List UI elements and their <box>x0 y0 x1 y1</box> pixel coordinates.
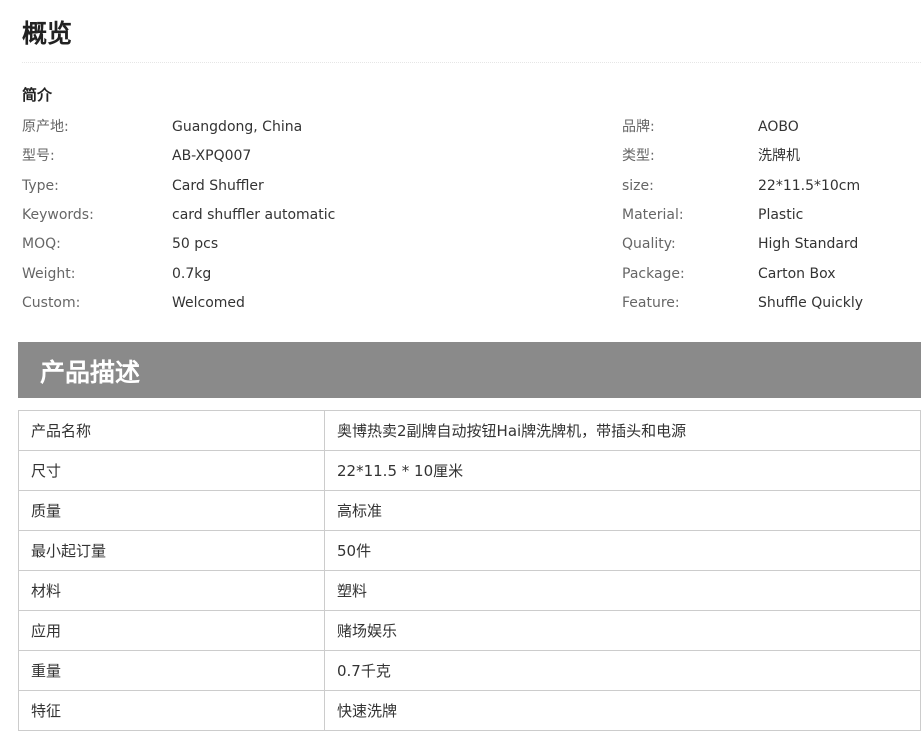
table-row: 尺寸 22*11.5 * 10厘米 <box>18 450 921 491</box>
spec-value: 50 pcs <box>172 236 219 252</box>
spec-label: 原产地: <box>22 119 69 135</box>
description-title: 产品描述 <box>40 358 141 387</box>
row-label: 重量 <box>18 650 325 691</box>
spec-value: Carton Box <box>758 266 836 282</box>
table-row: 质量 高标准 <box>18 490 921 531</box>
spec-value: Welcomed <box>172 295 245 311</box>
spec-label: Type: <box>22 178 59 194</box>
spec-label: Package: <box>622 266 685 282</box>
row-value: 赌场娱乐 <box>324 610 921 651</box>
spec-value: AB-XPQ007 <box>172 148 252 164</box>
spec-value: Card Shuffler <box>172 178 264 194</box>
spec-label: Weight: <box>22 266 76 282</box>
spec-value: 0.7kg <box>172 266 212 282</box>
spec-value: High Standard <box>758 236 859 252</box>
row-label: 产品名称 <box>18 410 325 451</box>
row-value: 塑料 <box>324 570 921 611</box>
spec-value: Guangdong, China <box>172 119 303 135</box>
row-value: 0.7千克 <box>324 650 921 691</box>
spec-label: size: <box>622 178 654 194</box>
row-value: 22*11.5 * 10厘米 <box>324 450 921 491</box>
row-label: 材料 <box>18 570 325 611</box>
spec-value: Plastic <box>758 207 804 223</box>
table-row: 产品名称 奥博热卖2副牌自动按钮Hai牌洗牌机，带插头和电源 <box>18 410 921 451</box>
row-value: 快速洗牌 <box>324 690 921 731</box>
spec-value: Shuffle Quickly <box>758 295 863 311</box>
spec-label: MOQ: <box>22 236 61 252</box>
row-label: 最小起订量 <box>18 530 325 571</box>
page-title: 概览 <box>22 19 73 48</box>
row-value: 高标准 <box>324 490 921 531</box>
table-row: 材料 塑料 <box>18 570 921 611</box>
row-value: 奥博热卖2副牌自动按钮Hai牌洗牌机，带插头和电源 <box>324 410 921 451</box>
table-row: 应用 赌场娱乐 <box>18 610 921 651</box>
row-label: 尺寸 <box>18 450 325 491</box>
spec-label: Custom: <box>22 295 81 311</box>
table-row: 最小起订量 50件 <box>18 530 921 571</box>
spec-value: AOBO <box>758 119 799 135</box>
spec-label: 型号: <box>22 148 55 164</box>
product-page: 概览 简介 原产地: Guangdong, China 型号: AB-XPQ00… <box>0 0 921 735</box>
spec-label: 品牌: <box>622 119 655 135</box>
spec-label: 类型: <box>622 148 655 164</box>
title-divider <box>22 62 921 63</box>
table-row: 特征 快速洗牌 <box>18 690 921 731</box>
spec-label: Material: <box>622 207 684 223</box>
spec-value: 洗牌机 <box>758 148 800 164</box>
table-row: 重量 0.7千克 <box>18 650 921 691</box>
spec-value: 22*11.5*10cm <box>758 178 861 194</box>
spec-label: Keywords: <box>22 207 94 223</box>
intro-section-title: 简介 <box>22 86 53 104</box>
spec-value: card shuffler automatic <box>172 207 336 223</box>
description-header: 产品描述 <box>18 342 921 398</box>
row-label: 质量 <box>18 490 325 531</box>
row-label: 应用 <box>18 610 325 651</box>
spec-label: Feature: <box>622 295 680 311</box>
row-label: 特征 <box>18 690 325 731</box>
spec-label: Quality: <box>622 236 676 252</box>
description-table: 产品名称 奥博热卖2副牌自动按钮Hai牌洗牌机，带插头和电源 尺寸 22*11.… <box>18 410 921 731</box>
row-value: 50件 <box>324 530 921 571</box>
